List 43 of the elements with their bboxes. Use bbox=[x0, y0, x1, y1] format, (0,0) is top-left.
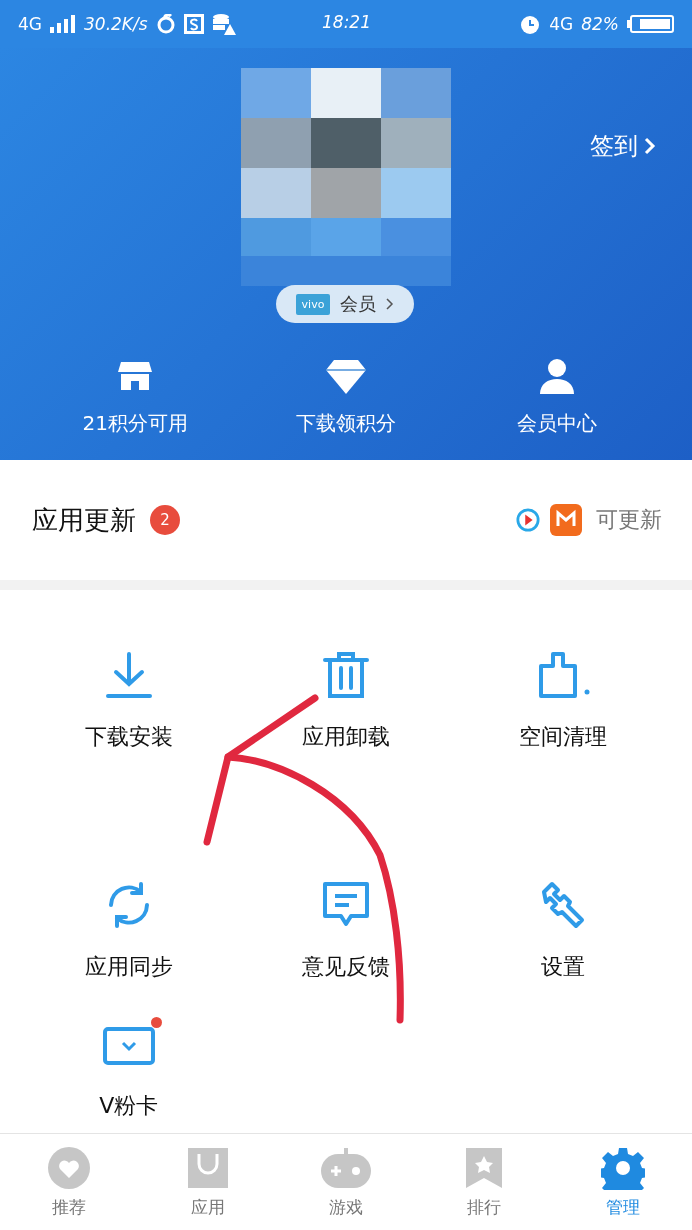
download-icon bbox=[103, 650, 154, 700]
database-warning-icon bbox=[211, 13, 236, 35]
clock-time: 18:21 bbox=[322, 12, 371, 32]
gear-icon bbox=[600, 1145, 645, 1190]
member-label: 会员 bbox=[340, 292, 377, 316]
check-in-link[interactable]: 签到 bbox=[590, 130, 656, 162]
ribbon-icon bbox=[464, 1145, 505, 1190]
chevron-right-icon bbox=[644, 137, 656, 155]
shortcut-item[interactable]: 下载领积分 bbox=[240, 356, 452, 437]
gamepad-icon bbox=[319, 1145, 373, 1190]
tool-item[interactable]: 应用卸载 bbox=[288, 640, 404, 752]
section-title: 应用更新 bbox=[32, 503, 136, 537]
tool-item[interactable]: 下载安装 bbox=[70, 640, 187, 752]
nav-tab[interactable]: 推荐 bbox=[0, 1134, 139, 1230]
tool-item[interactable]: 应用同步 bbox=[70, 870, 187, 982]
nav-tab[interactable]: 管理 bbox=[553, 1134, 692, 1230]
tv-app-icon bbox=[550, 504, 582, 536]
chevron-right-icon bbox=[386, 298, 395, 310]
square-s-icon bbox=[183, 14, 204, 34]
signal-icon bbox=[50, 15, 76, 33]
member-badge[interactable]: vivo 会员 bbox=[276, 285, 414, 323]
alarm-icon bbox=[519, 13, 542, 35]
network-type: 4G bbox=[549, 14, 574, 34]
network-type: 4G bbox=[18, 14, 42, 34]
nav-tab[interactable]: 排行 bbox=[415, 1134, 554, 1230]
battery-percent: 82% bbox=[581, 14, 619, 34]
network-speed: 30.2K/s bbox=[84, 14, 148, 34]
tool-item[interactable]: 设置 bbox=[524, 870, 603, 982]
nav-tab[interactable]: 应用 bbox=[138, 1134, 277, 1230]
tool-item[interactable]: 意见反馈 bbox=[288, 870, 404, 982]
shortcut-item[interactable]: 21积分可用 bbox=[30, 356, 241, 437]
bag-icon bbox=[185, 1145, 230, 1190]
vivo-logo: vivo bbox=[295, 293, 331, 315]
play-icon bbox=[516, 508, 540, 532]
trash-icon bbox=[321, 650, 371, 700]
tool-item[interactable]: V粉卡 bbox=[85, 1015, 173, 1121]
nav-tab[interactable]: 游戏 bbox=[276, 1134, 416, 1230]
swirl-icon bbox=[155, 14, 176, 34]
tool-item[interactable]: 空间清理 bbox=[505, 640, 622, 752]
update-status: 可更新 bbox=[596, 506, 662, 534]
shortcut-item[interactable]: 会员中心 bbox=[451, 356, 662, 437]
battery-icon bbox=[627, 15, 674, 33]
count-badge: 2 bbox=[150, 505, 180, 535]
